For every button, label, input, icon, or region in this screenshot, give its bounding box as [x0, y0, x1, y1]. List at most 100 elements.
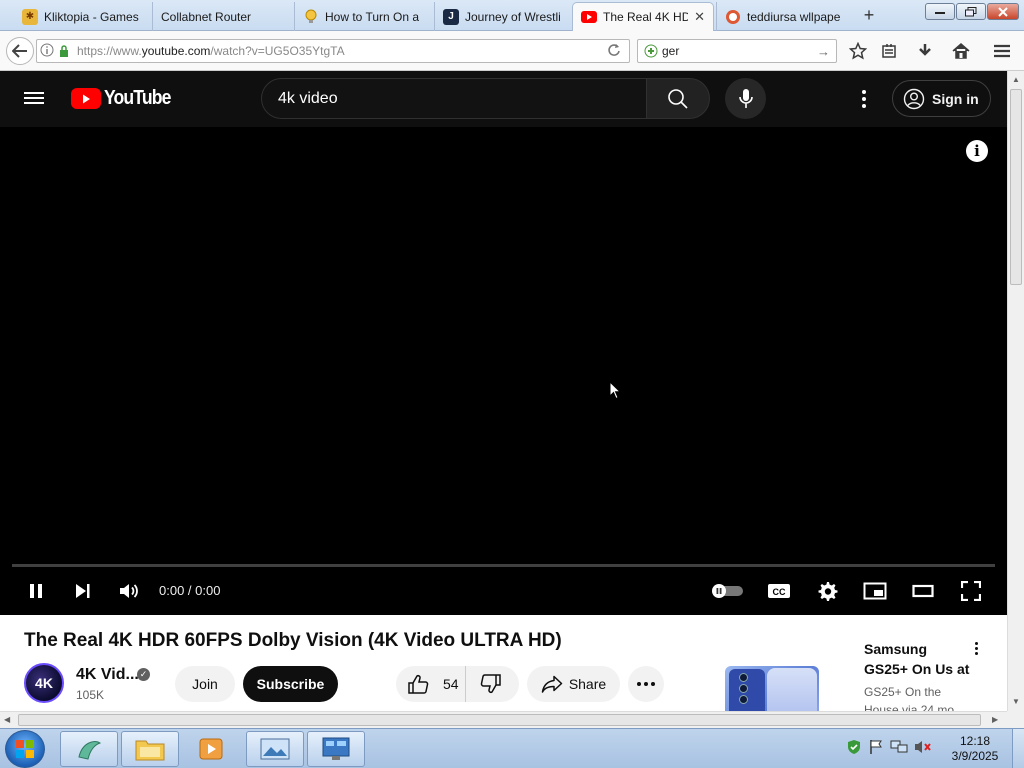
fullscreen-button[interactable] [957, 577, 985, 605]
home-icon[interactable] [950, 41, 972, 61]
horizontal-scrollbar[interactable]: ◀ ▶ [0, 711, 1007, 728]
new-tab-button[interactable]: + [858, 4, 880, 26]
taskbar-app-image-viewer[interactable] [246, 731, 304, 767]
volume-button[interactable] [115, 577, 143, 605]
volume-muted-icon[interactable] [914, 739, 932, 758]
url-domain: youtube.com [141, 44, 211, 58]
scroll-left-arrow-icon[interactable]: ◀ [4, 715, 10, 724]
autoplay-toggle-icon [712, 584, 743, 598]
voice-search-button[interactable] [725, 78, 766, 119]
miniplayer-button[interactable] [861, 577, 889, 605]
dislike-button[interactable] [466, 666, 516, 702]
action-center-flag-icon[interactable] [868, 739, 884, 758]
browser-tab-strip: ✱ Kliktopia - Games Collabnet Router How… [0, 0, 1024, 31]
ad-title[interactable]: Samsung GS25+ On Us at [864, 639, 974, 679]
address-bar[interactable]: https://www.youtube.com/watch?v=UG5O35Yt… [36, 39, 630, 63]
padlock-icon [57, 45, 71, 57]
back-button[interactable] [6, 37, 34, 65]
youtube-logo[interactable]: YouTube [71, 87, 180, 110]
youtube-header: YouTube 4k video Sign in [0, 71, 1007, 127]
miniplayer-icon [863, 582, 887, 600]
minimize-window-button[interactable] [925, 3, 955, 20]
tab-kliktopia[interactable]: ✱ Kliktopia - Games [14, 2, 150, 31]
more-horizontal-icon [637, 682, 655, 686]
info-icon[interactable]: i [966, 140, 988, 162]
youtube-search-input[interactable]: 4k video [261, 78, 647, 119]
video-player[interactable]: i 0:00 / 0:00 CC [0, 127, 1007, 615]
show-desktop-button[interactable] [1012, 729, 1024, 768]
vertical-scrollbar[interactable]: ▲ ▼ [1007, 71, 1024, 711]
tab-journey-of-wrestling[interactable]: J Journey of Wrestli [434, 2, 570, 31]
join-button[interactable]: Join [175, 666, 235, 702]
taskbar-clock[interactable]: 12:18 3/9/2025 [948, 734, 1002, 764]
tab-collabnet-router[interactable]: Collabnet Router [152, 2, 292, 31]
close-window-button[interactable] [987, 3, 1019, 20]
svg-text:CC: CC [773, 587, 786, 597]
windows-taskbar: 12:18 3/9/2025 [0, 728, 1024, 768]
tab-the-real-4k-hd[interactable]: The Real 4K HD ✕ [572, 2, 714, 31]
taskbar-app-media-player[interactable] [182, 731, 240, 767]
close-tab-icon[interactable]: ✕ [688, 9, 705, 25]
hamburger-menu-icon[interactable] [991, 41, 1013, 61]
scroll-up-arrow-icon[interactable]: ▲ [1012, 75, 1020, 84]
time-display: 0:00 / 0:00 [159, 583, 221, 598]
scroll-right-arrow-icon[interactable]: ▶ [992, 715, 998, 724]
tab-title: The Real 4K HD [603, 10, 689, 24]
tab-how-to-turn-on[interactable]: How to Turn On a [294, 2, 432, 31]
bookmark-star-icon[interactable] [847, 41, 869, 61]
theater-mode-button[interactable] [909, 577, 937, 605]
progress-bar[interactable] [12, 564, 995, 567]
subtitles-button[interactable]: CC [765, 577, 793, 605]
image-viewer-icon [260, 738, 290, 760]
network-icon[interactable] [890, 739, 908, 758]
subscribe-button[interactable]: Subscribe [243, 666, 338, 702]
taskbar-app-explorer[interactable] [121, 731, 179, 767]
reading-list-icon[interactable] [878, 41, 900, 61]
channel-name[interactable]: 4K Vid... [76, 666, 139, 684]
ad-menu-icon[interactable] [970, 642, 982, 655]
maximize-window-button[interactable] [956, 3, 986, 20]
share-button[interactable]: Share [527, 666, 620, 702]
scroll-down-arrow-icon[interactable]: ▼ [1012, 697, 1020, 706]
verified-check-icon: ✓ [137, 668, 150, 681]
search-bar[interactable]: ger → [637, 39, 837, 63]
start-button[interactable] [5, 730, 45, 768]
pause-icon [30, 584, 42, 598]
reload-icon[interactable] [607, 43, 621, 60]
tab-title: How to Turn On a [325, 9, 420, 24]
youtube-search-button[interactable] [646, 78, 710, 119]
ad-thumbnail[interactable] [725, 666, 819, 711]
pause-button[interactable] [22, 577, 50, 605]
security-shield-icon[interactable] [846, 739, 862, 758]
tab-title: Collabnet Router [161, 9, 252, 24]
autoplay-toggle[interactable] [709, 577, 745, 605]
account-icon [903, 88, 925, 109]
thumbs-up-icon [408, 674, 429, 694]
tab-teddiursa-wallpaper[interactable]: teddiursa wllpape [716, 2, 850, 31]
taskbar-app-browser[interactable] [60, 731, 118, 767]
taskbar-app-control-panel[interactable] [307, 731, 365, 767]
search-go-arrow-icon[interactable]: → [817, 44, 830, 59]
windows-logo-icon [16, 740, 34, 758]
phone-image [767, 668, 817, 711]
thumbs-down-icon [480, 674, 501, 694]
like-button[interactable]: 54 [396, 666, 466, 702]
scrollbar-corner [1007, 711, 1024, 728]
clock-date: 3/9/2025 [951, 749, 999, 763]
guide-menu-icon[interactable] [24, 89, 48, 109]
monitor-icon [322, 737, 350, 760]
sign-in-button[interactable]: Sign in [892, 80, 991, 117]
settings-more-icon[interactable] [852, 87, 876, 111]
like-count: 54 [443, 676, 459, 692]
site-info-icon[interactable] [37, 43, 57, 60]
next-button[interactable] [68, 577, 96, 605]
settings-button[interactable] [813, 577, 841, 605]
subscriber-count: 105K [76, 688, 105, 702]
download-icon[interactable] [914, 41, 936, 61]
youtube-search-value: 4k video [278, 89, 338, 107]
more-actions-button[interactable] [628, 666, 664, 702]
vertical-scroll-thumb[interactable] [1010, 89, 1022, 285]
browser-nav-bar: https://www.youtube.com/watch?v=UG5O35Yt… [0, 31, 1024, 71]
horizontal-scroll-thumb[interactable] [18, 714, 981, 726]
channel-avatar[interactable]: 4K [24, 663, 64, 703]
